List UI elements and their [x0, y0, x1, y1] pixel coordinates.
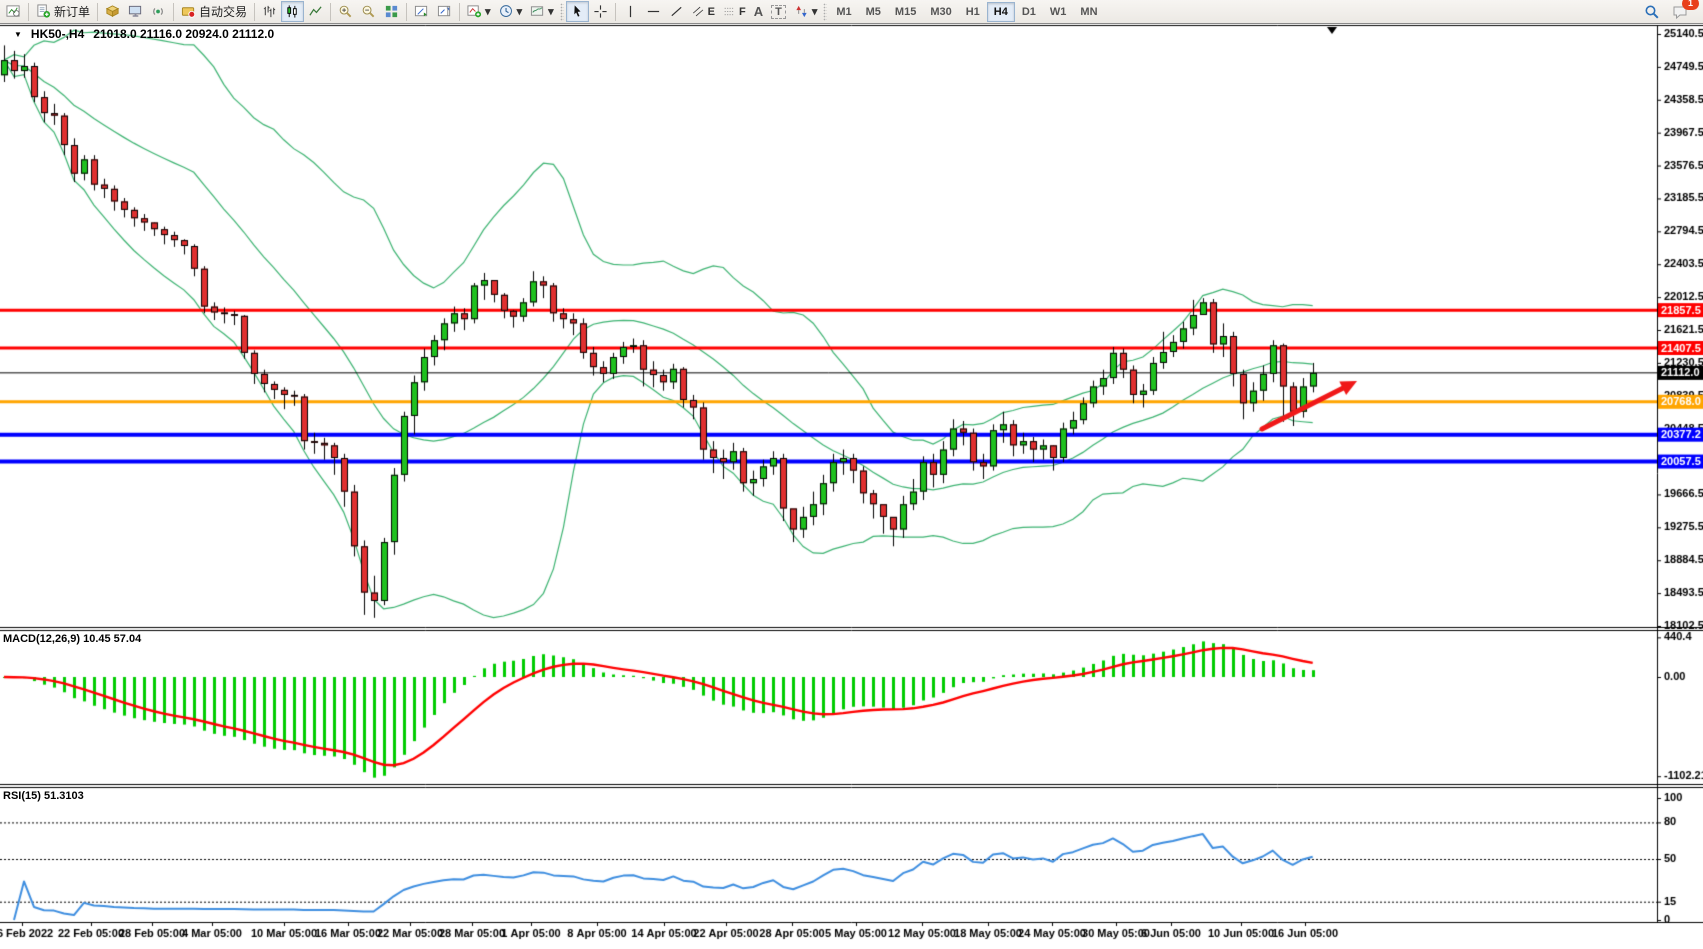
new-order-label: 新订单 [54, 5, 91, 19]
candlestick-icon [285, 4, 300, 19]
vertical-line-tool-button[interactable] [619, 1, 642, 22]
text-tool-button[interactable]: A [750, 1, 767, 22]
dropdown-arrow-icon: ▾ [516, 6, 523, 18]
package-icon [105, 4, 120, 19]
timeframe-h1-button[interactable]: H1 [959, 2, 987, 22]
trendline-tool-button[interactable] [665, 1, 688, 22]
autotrading-button[interactable]: 自动交易 [177, 1, 251, 22]
fibonacci-glyph: F [738, 5, 746, 18]
text-label-tool-button[interactable]: T [767, 1, 790, 22]
chart-shift-icon [437, 4, 452, 19]
template-icon [530, 4, 545, 19]
tile-windows-icon [384, 4, 399, 19]
macd-indicator-label: MACD(12,26,9) 10.45 57.04 [3, 633, 142, 645]
add-indicator-icon [467, 4, 482, 19]
autotrading-label: 自动交易 [199, 5, 248, 19]
toolbar-drag-handle[interactable] [823, 2, 828, 21]
timeframe-d1-button[interactable]: D1 [1015, 2, 1043, 22]
search-icon [1644, 4, 1660, 20]
timeframe-m5-button[interactable]: M5 [859, 2, 888, 22]
main-toolbar: 新订单 自动交易 ▾ ▾ ▾ E F A T ▾ M1 M5 M15 M30 H… [0, 0, 1703, 24]
crosshair-icon [593, 4, 608, 19]
timeframe-m15-button[interactable]: M15 [888, 2, 923, 22]
zoom-in-icon [338, 4, 353, 19]
strategy-tester-button[interactable] [101, 1, 124, 22]
bar-chart-mode-button[interactable] [258, 1, 281, 22]
template-button[interactable]: ▾ [526, 1, 558, 22]
crosshair-tool-button[interactable] [589, 1, 612, 22]
toolbar-separator [173, 2, 175, 21]
chart-ohlc-values: 21018.0 21116.0 20924.0 21112.0 [93, 27, 275, 41]
terminal-icon [128, 4, 143, 19]
dropdown-arrow-icon: ▾ [485, 6, 491, 18]
zoom-in-button[interactable] [334, 1, 357, 22]
trading-platform-window: 新订单 自动交易 ▾ ▾ ▾ E F A T ▾ M1 M5 M15 M30 H… [0, 0, 1703, 949]
line-chart-icon [308, 4, 323, 19]
signal-icon [151, 4, 166, 19]
notification-count-badge[interactable]: 1 [1682, 0, 1699, 10]
period-button[interactable]: ▾ [495, 1, 527, 22]
autotrading-icon [181, 4, 196, 19]
arrows-tool-button[interactable]: ▾ [790, 1, 822, 22]
timeframe-w1-button[interactable]: W1 [1043, 2, 1074, 22]
fibonacci-tool-button[interactable]: F [719, 1, 750, 22]
clock-icon [499, 4, 514, 19]
toolbar-separator [254, 2, 256, 21]
dropdown-arrow-icon: ▾ [548, 6, 554, 18]
chart-title[interactable]: ▼ HK50-,H4 21018.0 21116.0 20924.0 21112… [14, 27, 274, 41]
zoom-out-button[interactable] [357, 1, 380, 22]
bar-chart-icon [262, 4, 277, 19]
vertical-line-icon [623, 4, 638, 19]
cursor-tool-button[interactable] [565, 1, 589, 22]
new-chart-icon [6, 4, 21, 19]
signal-button[interactable] [147, 1, 170, 22]
rsi-indicator-label: RSI(15) 51.3103 [3, 790, 84, 802]
search-button[interactable] [1640, 1, 1664, 22]
add-indicator-button[interactable]: ▾ [463, 1, 495, 22]
toolbar-separator [459, 2, 461, 21]
dropdown-arrow-icon: ▾ [811, 6, 818, 18]
chart-symbol-period: HK50-,H4 [30, 27, 85, 41]
horizontal-line-icon [646, 4, 661, 19]
line-chart-mode-button[interactable] [304, 1, 327, 22]
cursor-icon [570, 4, 585, 19]
trendline-icon [669, 4, 684, 19]
channel-glyph: E [707, 5, 715, 18]
new-order-button[interactable]: 新订单 [32, 1, 94, 22]
indicator-window-button[interactable] [410, 1, 433, 22]
symbol-dropdown-icon[interactable]: ▼ [14, 30, 22, 39]
new-order-icon [36, 4, 51, 19]
timeframe-h4-button[interactable]: H4 [986, 1, 1015, 22]
toolbar-separator [330, 2, 332, 21]
timeframe-m1-button[interactable]: M1 [829, 2, 858, 22]
toolbar-drag-handle[interactable] [559, 2, 564, 21]
toolbar-separator [406, 2, 408, 21]
chart-canvas[interactable] [0, 24, 1703, 949]
text-tool-glyph: A [753, 4, 764, 19]
zoom-out-icon [361, 4, 376, 19]
tile-windows-button[interactable] [380, 1, 403, 22]
channel-tool-button[interactable]: E [688, 1, 719, 22]
timeframe-m30-button[interactable]: M30 [923, 2, 958, 22]
new-chart-button[interactable] [2, 1, 25, 22]
text-label-icon: T [771, 4, 786, 19]
indicator-window-icon [414, 4, 429, 19]
channel-icon [692, 4, 705, 19]
candlestick-mode-button[interactable] [281, 1, 305, 22]
fibonacci-icon [723, 4, 736, 19]
arrows-icon [794, 4, 809, 19]
toolbar-separator [97, 2, 99, 21]
timeframe-mn-button[interactable]: MN [1073, 2, 1104, 22]
horizontal-line-tool-button[interactable] [642, 1, 665, 22]
toolbar-separator [614, 2, 616, 21]
terminal-button[interactable] [124, 1, 147, 22]
chart-shift-button[interactable] [433, 1, 456, 22]
toolbar-separator [28, 2, 29, 21]
